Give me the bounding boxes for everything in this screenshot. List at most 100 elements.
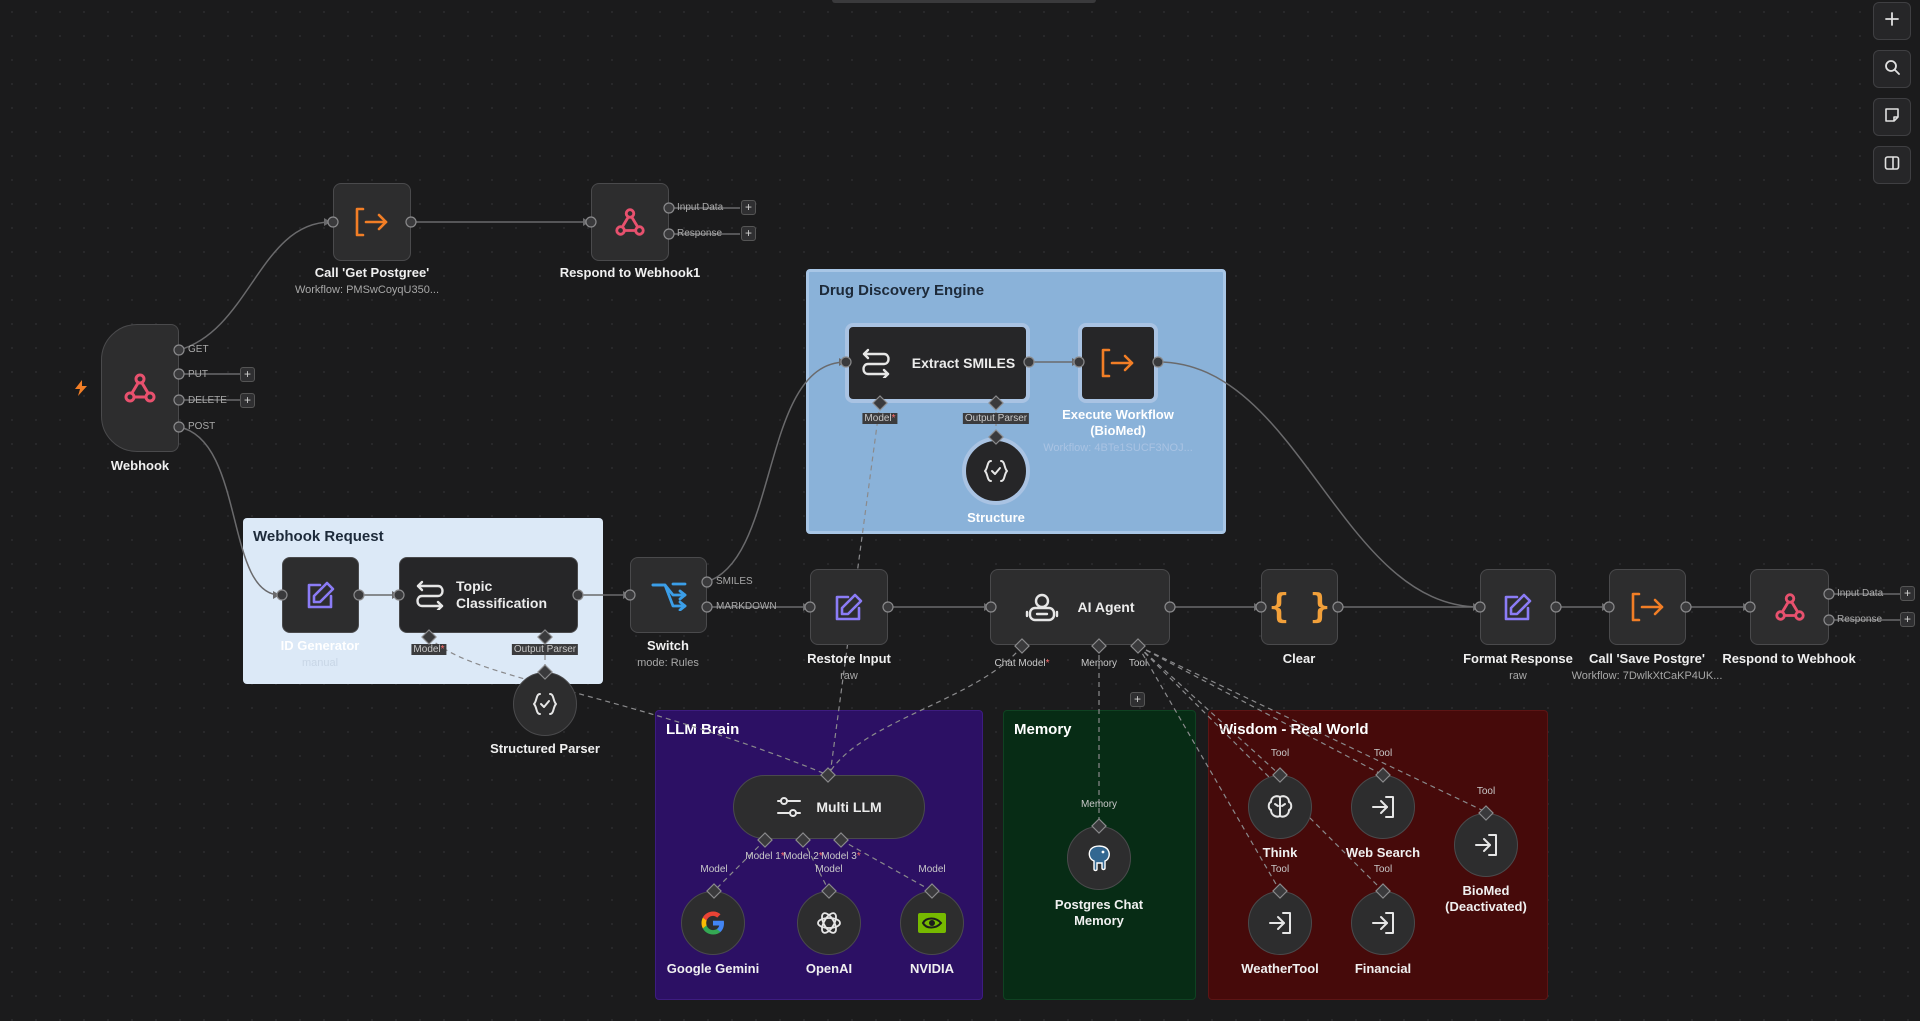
- topic-classification-label: Topic Classification: [456, 578, 548, 611]
- id-generator-node[interactable]: [282, 557, 359, 633]
- topic-classification-node[interactable]: Topic Classification: [399, 557, 578, 633]
- structured-parser-node[interactable]: [513, 672, 577, 736]
- switch-node[interactable]: [630, 557, 707, 633]
- gemini-port: Model: [700, 864, 728, 875]
- multi-llm-port-model2: Model 2*: [783, 851, 823, 862]
- openai-node[interactable]: [797, 891, 861, 955]
- add-sticky-note-button[interactable]: [1873, 98, 1911, 136]
- respond1-output-input-data: Input Data: [677, 202, 724, 213]
- weathertool-node[interactable]: [1248, 891, 1312, 955]
- respond-output-response: Response: [1837, 614, 1883, 625]
- execute-workflow-label: Execute Workflow (BioMed): [1062, 407, 1174, 438]
- add-tool-button[interactable]: +: [1130, 692, 1145, 707]
- add-node-delete-button[interactable]: +: [240, 393, 255, 408]
- search-nodes-button[interactable]: [1873, 50, 1911, 88]
- brain-icon: [1266, 794, 1294, 820]
- extract-smiles-label: Extract SMILES: [911, 354, 1016, 371]
- text-classifier-icon: [414, 580, 446, 610]
- edit-fields-icon: [305, 579, 337, 611]
- call-save-postgre-sub: Workflow: 7DwlkXtCaKP4UK...: [1571, 670, 1723, 682]
- weathertool-port: Tool: [1270, 864, 1290, 875]
- structure-label: Structure: [967, 510, 1025, 525]
- agent-port-chat-model: Chat Model*: [994, 658, 1050, 669]
- call-get-postgree-node[interactable]: [333, 183, 411, 261]
- id-generator-label: ID Generator: [280, 638, 360, 653]
- webhook-output-get: GET: [188, 344, 209, 355]
- think-node[interactable]: [1248, 775, 1312, 839]
- nvidia-icon: [917, 912, 947, 934]
- ai-agent-node[interactable]: AI Agent: [990, 569, 1170, 645]
- add-node-button[interactable]: [1873, 2, 1911, 40]
- call-get-postgree-sub: Workflow: PMSwCoyqU350...: [294, 284, 440, 296]
- agent-port-memory: Memory: [1080, 658, 1118, 669]
- id-generator-sub: manual: [301, 657, 339, 669]
- sign-in-icon: [1370, 910, 1396, 936]
- group-title: LLM Brain: [666, 721, 740, 738]
- biomed-node[interactable]: [1454, 813, 1518, 877]
- clear-label: Clear: [1282, 651, 1316, 666]
- call-get-postgree-label: Call 'Get Postgree': [314, 265, 430, 280]
- edit-fields-icon: [1502, 591, 1534, 623]
- webhook-output-delete: DELETE: [188, 395, 227, 406]
- structured-output-icon: [983, 458, 1009, 484]
- respond-webhook-node[interactable]: [1750, 569, 1829, 645]
- text-classifier-icon: [860, 348, 892, 378]
- restore-input-label: Restore Input: [807, 651, 891, 666]
- add-node-input-data-button[interactable]: +: [741, 200, 756, 215]
- restore-input-node[interactable]: [810, 569, 888, 645]
- webhook-icon: [122, 370, 158, 406]
- financial-node[interactable]: [1351, 891, 1415, 955]
- extract-smiles-node[interactable]: Extract SMILES: [845, 323, 1030, 403]
- multi-llm-node[interactable]: Multi LLM: [733, 775, 925, 839]
- edit-fields-icon: [833, 591, 865, 623]
- agent-port-tool: Tool: [1128, 658, 1148, 669]
- add-node-input-data-button[interactable]: +: [1900, 586, 1915, 601]
- add-node-response-button[interactable]: +: [1900, 612, 1915, 627]
- biomed-port: Tool: [1476, 786, 1496, 797]
- respond1-output-response: Response: [677, 228, 723, 239]
- ai-agent-label: AI Agent: [1077, 598, 1135, 615]
- restore-input-sub: raw: [840, 670, 858, 682]
- web-search-port: Tool: [1373, 748, 1393, 759]
- multi-llm-label: Multi LLM: [816, 798, 882, 815]
- webhook-node[interactable]: [101, 324, 179, 452]
- respond-output-input-data: Input Data: [1837, 588, 1884, 599]
- nvidia-node[interactable]: [900, 891, 964, 955]
- format-response-node[interactable]: [1480, 569, 1556, 645]
- web-search-node[interactable]: [1351, 775, 1415, 839]
- topic-port-model: Model*: [411, 644, 447, 655]
- nvidia-port: Model: [918, 864, 946, 875]
- call-save-postgre-node[interactable]: [1609, 569, 1686, 645]
- clear-node[interactable]: { }: [1261, 569, 1338, 645]
- financial-port: Tool: [1373, 864, 1393, 875]
- webhook-label: Webhook: [110, 458, 170, 473]
- google-gemini-node[interactable]: [681, 891, 745, 955]
- panel-toggle-icon: [1884, 155, 1900, 176]
- add-node-put-button[interactable]: +: [240, 367, 255, 382]
- switch-output-smiles: SMILES: [716, 576, 753, 587]
- postgres-chat-memory-label: Postgres Chat Memory: [1054, 897, 1144, 928]
- webhook-icon: [613, 205, 647, 239]
- group-title: Memory: [1014, 721, 1072, 738]
- think-port: Tool: [1270, 748, 1290, 759]
- execute-workflow-biomed-node[interactable]: [1078, 323, 1158, 403]
- financial-label: Financial: [1354, 961, 1412, 976]
- add-node-response-button[interactable]: +: [741, 226, 756, 241]
- top-bar-handle: [832, 0, 1096, 3]
- execute-workflow-icon: [1631, 592, 1665, 622]
- postgres-chat-memory-node[interactable]: [1067, 826, 1131, 890]
- group-title: Wisdom - Real World: [1219, 721, 1369, 738]
- toggle-panel-button[interactable]: [1873, 146, 1911, 184]
- structured-parser-label: Structured Parser: [490, 741, 600, 756]
- sliders-icon: [776, 796, 802, 818]
- structure-node[interactable]: [962, 437, 1030, 505]
- group-title: Webhook Request: [253, 528, 384, 545]
- respond-webhook1-label: Respond to Webhook1: [559, 265, 701, 280]
- webhook-output-post: POST: [188, 421, 216, 432]
- respond-webhook1-node[interactable]: [591, 183, 669, 261]
- multi-llm-port-model3: Model 3*: [821, 851, 861, 862]
- nvidia-label: NVIDIA: [909, 961, 955, 976]
- webhook-output-put: PUT: [188, 369, 208, 380]
- execute-workflow-sub: Workflow: 4BTe1SUCF3NOJ...: [1043, 442, 1193, 454]
- robot-icon: [1025, 591, 1059, 623]
